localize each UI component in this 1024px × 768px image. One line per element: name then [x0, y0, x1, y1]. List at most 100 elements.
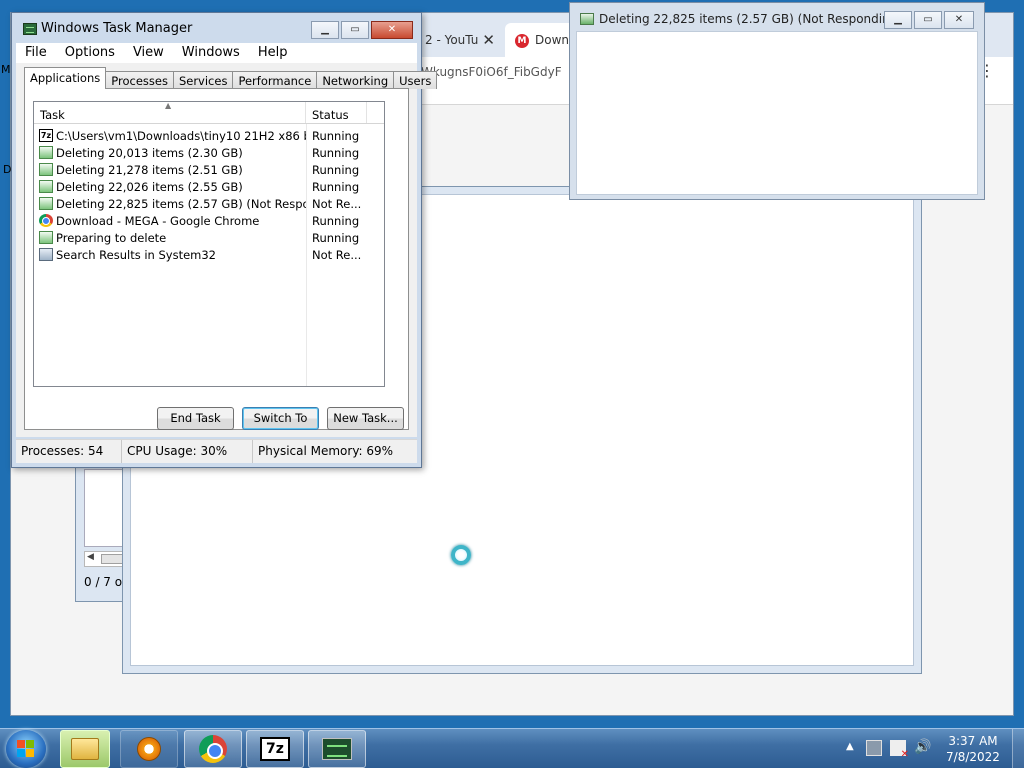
- taskbar-explorer-button[interactable]: [60, 730, 110, 768]
- network-icon[interactable]: [866, 740, 882, 756]
- task-status: Running: [312, 179, 360, 194]
- table-row[interactable]: 7z C:\Users\vm1\Downloads\tiny10 21H2 x86…: [34, 127, 384, 144]
- tab-processes[interactable]: Processes: [105, 71, 174, 89]
- table-row[interactable]: Deleting 21,278 items (2.51 GB) Running: [34, 161, 384, 178]
- table-row[interactable]: Download - MEGA - Google Chrome Running: [34, 212, 384, 229]
- delete-progress-icon: [39, 231, 53, 244]
- task-name: Deleting 22,026 items (2.55 GB): [56, 179, 243, 194]
- list-header: ▲ Task Status: [34, 101, 384, 124]
- menu-view[interactable]: View: [124, 43, 173, 63]
- table-row[interactable]: Preparing to delete Running: [34, 229, 384, 246]
- browser-tab-youtube[interactable]: 2 - YouTu ✕: [415, 23, 501, 57]
- column-header-task-label: Task: [40, 108, 65, 122]
- close-button[interactable]: ✕: [371, 21, 413, 39]
- taskbar-7zip-button[interactable]: 7z: [246, 730, 304, 768]
- new-task-button[interactable]: New Task...: [327, 407, 404, 430]
- maximize-button[interactable]: ▭: [341, 21, 369, 39]
- table-row[interactable]: Search Results in System32 Not Re...: [34, 246, 384, 263]
- window-caption-buttons: ▁ ▭ ✕: [309, 21, 413, 39]
- menu-options[interactable]: Options: [56, 43, 124, 63]
- task-name: C:\Users\vm1\Downloads\tiny10 21H2 x86 b…: [56, 128, 306, 143]
- taskbar-media-player-button[interactable]: [120, 730, 178, 768]
- task-name: Deleting 21,278 items (2.51 GB): [56, 162, 243, 177]
- task-status: Running: [312, 213, 360, 228]
- 7zip-icon: 7z: [39, 129, 53, 142]
- start-button[interactable]: [6, 730, 46, 768]
- task-name: Deleting 22,825 items (2.57 GB) (Not Res…: [56, 196, 306, 211]
- task-status: Running: [312, 128, 360, 143]
- menu-bar: File Options View Windows Help: [16, 43, 417, 63]
- clock-date: 7/8/2022: [946, 750, 1000, 764]
- scroll-left-icon[interactable]: ◀: [87, 552, 94, 562]
- show-desktop-button[interactable]: [1012, 729, 1024, 768]
- busy-spinner-icon: [451, 545, 471, 565]
- tab-applications[interactable]: Applications: [24, 67, 107, 89]
- table-row[interactable]: Deleting 22,026 items (2.55 GB) Running: [34, 178, 384, 195]
- taskbar: 7z ▲ 🔊 3:37 AM 7/8/2022: [0, 728, 1024, 768]
- explorer-window-icon: [39, 248, 53, 261]
- task-manager-titlebar[interactable]: Windows Task Manager ▁ ▭ ✕: [12, 13, 421, 43]
- delete-progress-icon: [39, 197, 53, 210]
- table-row[interactable]: Deleting 22,825 items (2.57 GB) (Not Res…: [34, 195, 384, 212]
- task-status: Running: [312, 162, 360, 177]
- table-row[interactable]: Deleting 20,013 items (2.30 GB) Running: [34, 144, 384, 161]
- task-status: Running: [312, 145, 360, 160]
- taskbar-chrome-button[interactable]: [184, 730, 242, 768]
- windows-logo-icon: [17, 740, 35, 758]
- task-name: Deleting 20,013 items (2.30 GB): [56, 145, 243, 160]
- column-header-task[interactable]: ▲ Task: [34, 101, 306, 123]
- browser-tab-mega-label: Downl: [535, 33, 573, 47]
- minimize-button[interactable]: ▁: [884, 11, 912, 29]
- menu-file[interactable]: File: [16, 43, 56, 63]
- clock-time: 3:37 AM: [948, 734, 998, 748]
- tab-services[interactable]: Services: [172, 71, 234, 89]
- list-rows: 7z C:\Users\vm1\Downloads\tiny10 21H2 x86…: [34, 127, 384, 263]
- task-status: Running: [312, 230, 360, 245]
- close-tab-icon[interactable]: ✕: [482, 31, 495, 49]
- column-header-status[interactable]: Status: [306, 102, 367, 123]
- system-tray: ▲ 🔊 3:37 AM 7/8/2022: [840, 729, 1024, 768]
- browser-url-text[interactable]: WkugnsF0iO6f_FibGdyF: [421, 65, 562, 79]
- tab-users[interactable]: Users: [393, 71, 438, 89]
- task-name: Search Results in System32: [56, 247, 217, 262]
- taskbar-task-manager-button[interactable]: [308, 730, 366, 768]
- minimize-button[interactable]: ▁: [311, 21, 339, 39]
- deleting-window[interactable]: Deleting 22,825 items (2.57 GB) (Not Res…: [569, 2, 985, 200]
- clock[interactable]: 3:37 AM 7/8/2022: [940, 733, 1006, 765]
- switch-to-button[interactable]: Switch To: [242, 407, 319, 430]
- close-button[interactable]: ✕: [944, 11, 974, 29]
- mega-icon: M: [515, 33, 529, 48]
- task-name: Preparing to delete: [56, 230, 167, 245]
- menu-help[interactable]: Help: [249, 43, 297, 63]
- maximize-button[interactable]: ▭: [914, 11, 942, 29]
- delete-progress-icon: [39, 163, 53, 176]
- browser-tab-youtube-label: 2 - YouTu: [425, 33, 479, 47]
- tab-performance[interactable]: Performance: [232, 71, 318, 89]
- delete-progress-icon: [39, 180, 53, 193]
- delete-progress-icon: [39, 146, 53, 159]
- chrome-icon: [199, 735, 227, 763]
- 7zip-icon: 7z: [260, 737, 290, 761]
- status-bar: Processes: 54 CPU Usage: 30% Physical Me…: [16, 439, 417, 463]
- task-manager-window[interactable]: Windows Task Manager ▁ ▭ ✕ File Options …: [11, 12, 438, 468]
- show-hidden-icons-icon[interactable]: ▲: [846, 741, 854, 752]
- left-edge-text: M: [1, 63, 11, 76]
- tab-strip: Applications Processes Services Performa…: [24, 67, 438, 89]
- window-caption-buttons: ▁ ▭ ✕: [882, 11, 974, 29]
- task-manager-icon: [322, 738, 352, 760]
- volume-icon[interactable]: 🔊: [914, 739, 931, 755]
- task-status: Not Re...: [312, 196, 362, 211]
- task-manager-title: Windows Task Manager: [41, 21, 193, 36]
- sort-arrow-icon: ▲: [165, 101, 172, 110]
- action-center-icon[interactable]: [890, 740, 909, 760]
- chrome-icon: [39, 214, 53, 227]
- end-task-button[interactable]: End Task: [157, 407, 234, 430]
- applications-list[interactable]: ▲ Task Status 7z C:\Users\vm1\Downloads\t…: [33, 101, 385, 387]
- media-player-icon: [137, 737, 161, 761]
- task-manager-body: Applications Processes Services Performa…: [16, 63, 438, 437]
- deleting-window-title: Deleting 22,825 items (2.57 GB) (Not Res…: [580, 12, 902, 26]
- cpu-usage: CPU Usage: 30%: [122, 440, 253, 463]
- physical-memory: Physical Memory: 69%: [258, 444, 394, 458]
- menu-windows[interactable]: Windows: [173, 43, 249, 63]
- tab-networking[interactable]: Networking: [316, 71, 395, 89]
